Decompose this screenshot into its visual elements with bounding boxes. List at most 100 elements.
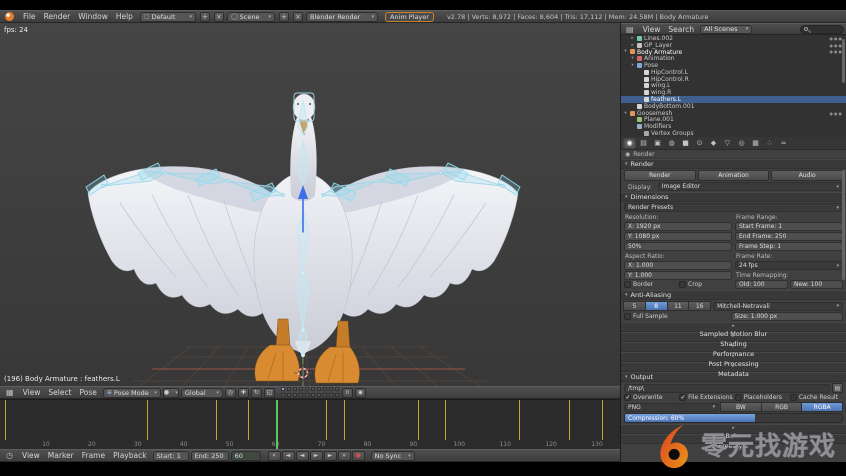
layer-20[interactable] — [335, 393, 339, 397]
outliner-display-mode-select[interactable]: All Scenes — [700, 25, 752, 34]
add-layout-button[interactable]: + — [200, 12, 210, 22]
viewport-shading-select[interactable]: ● — [163, 388, 179, 398]
layer-5[interactable] — [305, 387, 309, 391]
tab-material[interactable]: ◎ — [735, 138, 748, 149]
add-scene-button[interactable]: + — [279, 12, 289, 22]
panel-metadata[interactable]: Metadata — [621, 362, 846, 372]
layer-16[interactable] — [311, 393, 315, 397]
output-path-field[interactable]: /tmp\ — [624, 384, 830, 393]
layer-15[interactable] — [305, 393, 309, 397]
tab-particles[interactable]: ∴ — [763, 138, 776, 149]
keyframe-marker[interactable] — [602, 400, 603, 440]
outliner-editor-icon[interactable]: ▤ — [623, 25, 637, 34]
overwrite-checkbox[interactable]: Overwrite — [624, 394, 677, 401]
layer-17[interactable] — [317, 393, 321, 397]
expand-toggle[interactable]: ▸ — [630, 36, 635, 41]
layer-14[interactable] — [299, 393, 303, 397]
transport-play-reverse[interactable]: ◄ — [296, 451, 309, 461]
layer-6[interactable] — [311, 387, 315, 391]
panel-render[interactable]: Render — [621, 159, 846, 169]
aa-sample-5[interactable]: 5 — [623, 301, 646, 311]
current-frame-field[interactable]: 60 — [231, 451, 261, 461]
channel-rgba[interactable]: RGBA — [801, 402, 843, 412]
view3d-menu-select[interactable]: Select — [44, 388, 75, 397]
view3d-editor-icon[interactable]: ▦ — [3, 388, 17, 397]
tab-data[interactable]: ▽ — [721, 138, 734, 149]
render-audio-button[interactable]: Audio — [771, 170, 843, 181]
layer-1[interactable] — [281, 387, 285, 391]
channel-rgb[interactable]: RGB — [761, 402, 803, 412]
layer-18[interactable] — [323, 393, 327, 397]
delete-scene-button[interactable]: × — [293, 12, 303, 22]
aa-filter-select[interactable]: Mitchell-Netravali — [713, 302, 843, 311]
opengl-render-button[interactable]: ◉ — [355, 388, 366, 398]
render-presets-select[interactable]: Render Presets — [624, 203, 843, 212]
resolution-percent-slider[interactable]: 50% — [624, 242, 732, 251]
aspect-x-field[interactable]: X: 1.000 — [624, 261, 732, 270]
layer-12[interactable] — [287, 393, 291, 397]
layer-10[interactable] — [335, 387, 339, 391]
timeline-ruler[interactable]: 102030405060708090100110120130 — [0, 399, 620, 449]
snap-magnet-button[interactable]: ∩ — [342, 388, 353, 398]
layer-3[interactable] — [293, 387, 297, 391]
end-frame-field[interactable]: End Frame: 250 — [735, 232, 843, 241]
layer-7[interactable] — [317, 387, 321, 391]
border-checkbox[interactable]: Border — [624, 281, 677, 288]
keyframe-marker[interactable] — [418, 400, 419, 440]
keyframe-marker[interactable] — [5, 400, 6, 440]
outliner-menu-view[interactable]: View — [639, 25, 665, 34]
remap-old-field[interactable]: Old: 100 — [735, 280, 788, 289]
outliner-search-input[interactable] — [800, 25, 844, 34]
render-animation-button[interactable]: Animation — [698, 170, 770, 181]
panel-post-processing[interactable]: Post Processing — [621, 352, 846, 362]
tab-physics[interactable]: ≈ — [777, 138, 790, 149]
timeline-menu-view[interactable]: View — [18, 451, 44, 460]
expand-toggle[interactable]: ▾ — [630, 63, 635, 68]
frame-step-field[interactable]: Frame Step: 1 — [735, 242, 843, 251]
restriction-toggles[interactable]: ●●● — [830, 111, 846, 116]
menu-window[interactable]: Window — [74, 12, 112, 21]
manipulator-rotate-button[interactable]: ↻ — [251, 388, 262, 398]
remap-new-field[interactable]: New: 100 — [790, 280, 843, 289]
outliner-menu-search[interactable]: Search — [664, 25, 698, 34]
tab-constraints[interactable]: ⊙ — [693, 138, 706, 149]
folder-browse-icon[interactable]: ▤ — [832, 383, 843, 393]
timeline-menu-marker[interactable]: Marker — [44, 451, 78, 460]
keyframe-marker[interactable] — [519, 400, 520, 440]
properties-scrollbar[interactable] — [842, 170, 845, 280]
mode-select[interactable]: ⊕ Pose Mode — [103, 388, 161, 398]
compression-slider[interactable]: Compression: 60% — [624, 413, 843, 423]
channel-bw[interactable]: BW — [720, 402, 762, 412]
panel-performance[interactable]: Performance — [621, 342, 846, 352]
panel-shading[interactable]: Shading — [621, 332, 846, 342]
viewport-3d[interactable]: fps: 24 (196) Body Armature : feathers.L — [0, 23, 620, 386]
placeholders-checkbox[interactable]: Placeholders — [735, 394, 788, 401]
tab-render[interactable]: ◉ — [623, 138, 636, 149]
render-display-select[interactable]: Image Editor — [658, 182, 843, 191]
aa-size-field[interactable]: Size: 1.000 px — [731, 312, 844, 321]
layer-19[interactable] — [329, 393, 333, 397]
tab-world[interactable]: ◍ — [665, 138, 678, 149]
scene-select[interactable]: ◯ Scene — [227, 12, 275, 22]
tab-scene[interactable]: ▣ — [651, 138, 664, 149]
sync-mode-select[interactable]: No Sync — [371, 451, 415, 461]
start-frame-field[interactable]: Start Frame: 1 — [735, 222, 843, 231]
crop-checkbox[interactable]: Crop — [679, 281, 732, 288]
layer-2[interactable] — [287, 387, 291, 391]
playhead[interactable] — [276, 400, 278, 449]
menu-file[interactable]: File — [19, 12, 40, 21]
timeline-menu-frame[interactable]: Frame — [78, 451, 109, 460]
aa-sample-8[interactable]: 8 — [645, 301, 668, 311]
view3d-menu-view[interactable]: View — [19, 388, 45, 397]
expand-toggle[interactable]: ▾ — [623, 111, 628, 116]
keyframe-marker[interactable] — [344, 400, 345, 440]
transport-play[interactable]: ► — [310, 451, 323, 461]
timeline-menu-playback[interactable]: Playback — [109, 451, 150, 460]
layer-13[interactable] — [293, 393, 297, 397]
tab-object[interactable]: ■ — [679, 138, 692, 149]
transport-next-keyframe[interactable]: ► — [324, 451, 337, 461]
resolution-x-field[interactable]: X: 1920 px — [624, 222, 732, 231]
manipulator-scale-button[interactable]: ◱ — [264, 388, 275, 398]
file-format-select[interactable]: PNG — [624, 403, 719, 412]
transport-prev-keyframe[interactable]: ◄ — [282, 451, 295, 461]
